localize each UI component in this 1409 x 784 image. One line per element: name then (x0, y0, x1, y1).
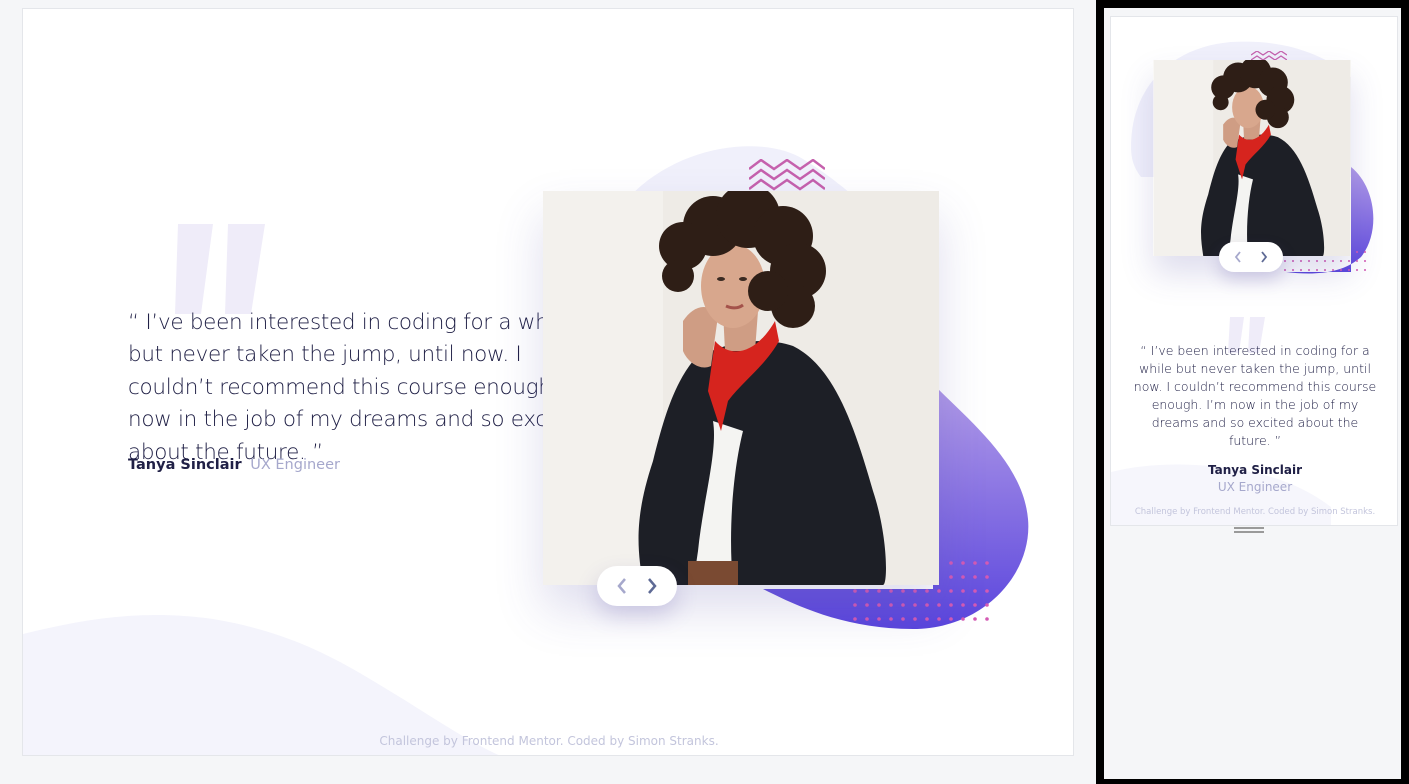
testimonial-photo (1153, 60, 1351, 256)
prev-button[interactable] (1225, 244, 1251, 270)
author-name: Tanya Sinclair (1207, 463, 1303, 477)
next-button[interactable] (639, 573, 665, 599)
testimonial-author: Tanya Sinclair UX Engineer (128, 457, 340, 473)
attribution-text: Challenge by Frontend Mentor. Coded by S… (1134, 507, 1376, 517)
next-button[interactable] (1251, 244, 1277, 270)
mobile-preview-frame: “ I’ve been interested in coding for a w… (1096, 0, 1409, 784)
author-role: UX Engineer (250, 457, 340, 473)
chevron-right-icon (648, 578, 657, 594)
resize-handle[interactable] (1234, 526, 1264, 534)
zigzag-pattern-icon (749, 159, 825, 191)
carousel-nav (597, 566, 677, 606)
prev-button[interactable] (609, 573, 635, 599)
desktop-preview: “ I’ve been interested in coding for a w… (22, 8, 1074, 756)
chevron-left-icon (617, 578, 626, 594)
mobile-screen: “ I’ve been interested in coding for a w… (1104, 8, 1401, 779)
testimonial-photo (543, 191, 939, 585)
mobile-preview: “ I’ve been interested in coding for a w… (1110, 16, 1398, 526)
chevron-left-icon (1234, 251, 1241, 263)
attribution-text: Challenge by Frontend Mentor. Coded by S… (379, 734, 719, 748)
chevron-right-icon (1261, 251, 1268, 263)
author-name: Tanya Sinclair (128, 457, 242, 473)
testimonial-quote: “ I’ve been interested in coding for a w… (1133, 342, 1377, 448)
author-role: UX Engineer (1217, 480, 1293, 494)
carousel-nav (1219, 242, 1283, 272)
